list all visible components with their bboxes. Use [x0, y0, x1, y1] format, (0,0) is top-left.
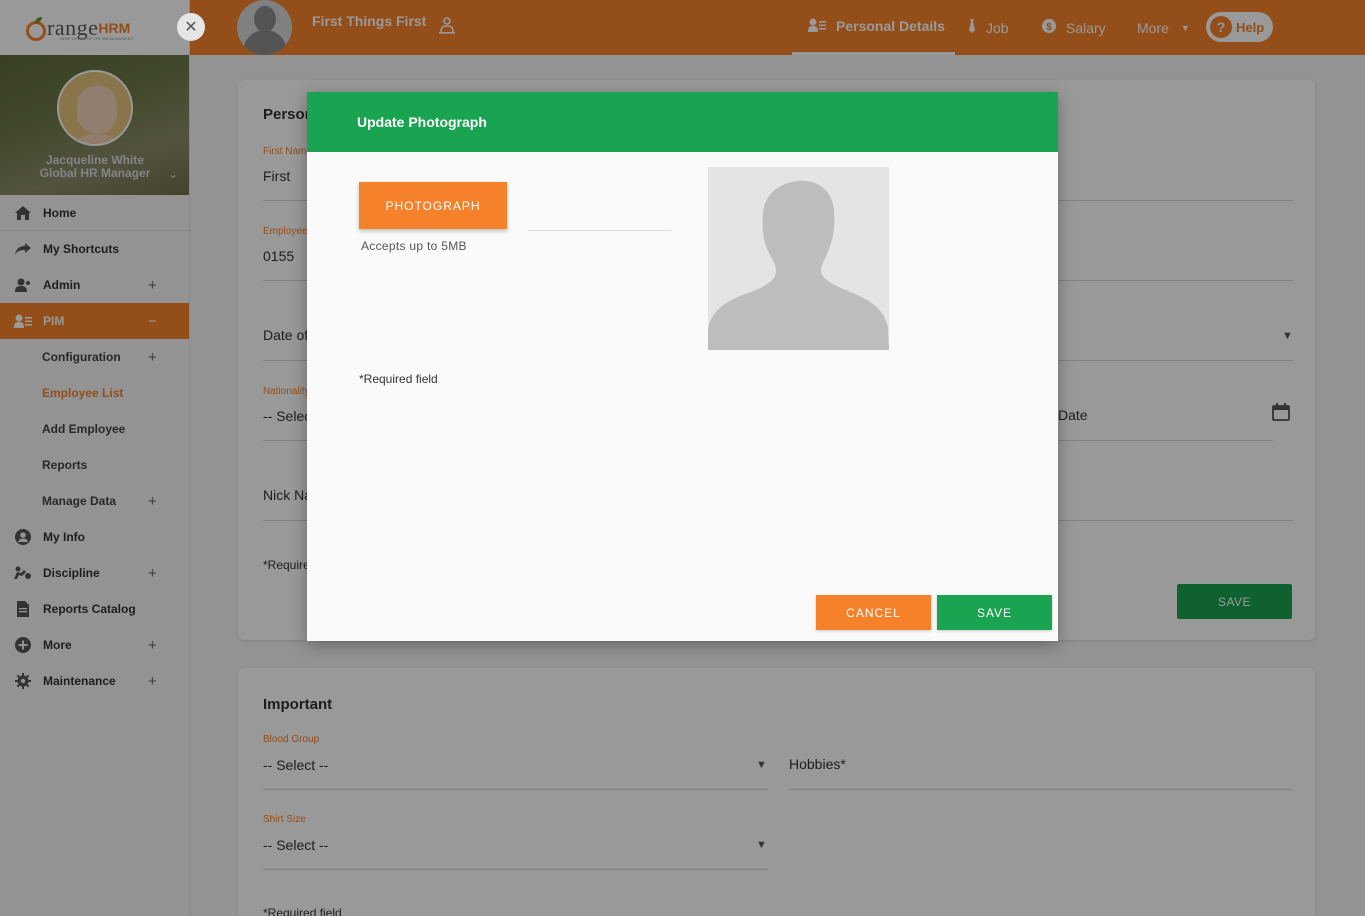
file-name-field[interactable]	[528, 230, 671, 231]
close-icon: ✕	[184, 19, 198, 36]
dialog-title: Update Photograph	[357, 114, 487, 130]
dialog-header: Update Photograph	[307, 92, 1058, 152]
cancel-button[interactable]: CANCEL	[816, 595, 931, 630]
save-button[interactable]: SAVE	[937, 595, 1052, 630]
upload-size-note: Accepts up to 5MB	[361, 239, 467, 253]
close-sidebar-button[interactable]: ✕	[177, 13, 205, 41]
photo-preview	[708, 167, 889, 350]
update-photograph-dialog: Update Photograph PHOTOGRAPH Accepts up …	[307, 92, 1058, 641]
person-silhouette-icon	[708, 180, 889, 350]
photograph-upload-button[interactable]: PHOTOGRAPH	[359, 182, 507, 229]
required-note: *Required field	[359, 372, 438, 386]
